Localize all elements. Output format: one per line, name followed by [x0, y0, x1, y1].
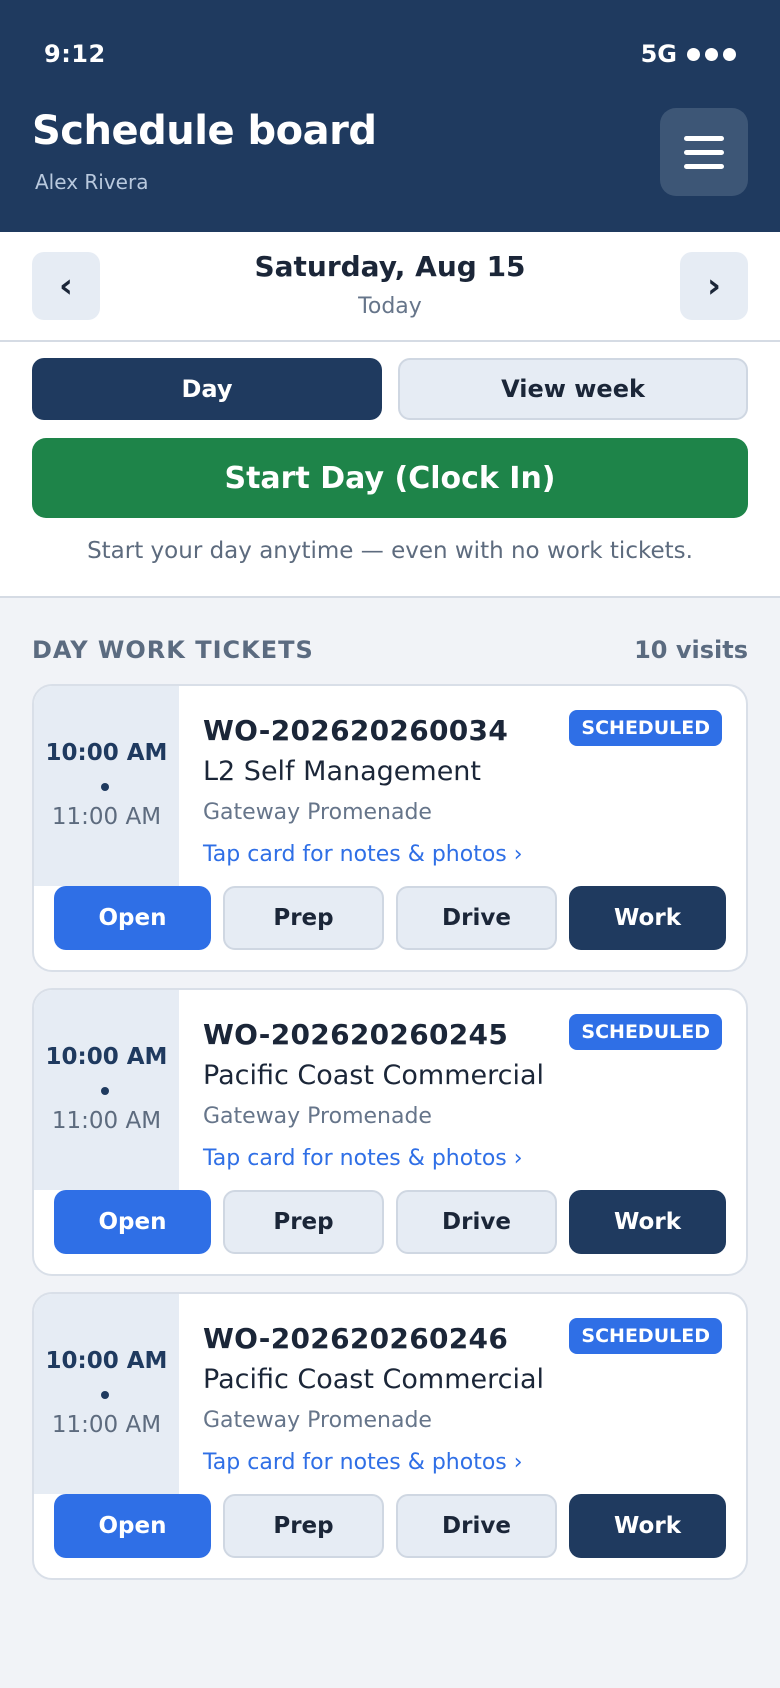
work-button[interactable]: Work — [569, 886, 726, 950]
app-root: 9:12 5G Schedule board Alex Rivera ‹ Sat… — [0, 0, 780, 1688]
status-network: 5G — [641, 40, 736, 68]
open-button[interactable]: Open — [54, 1190, 211, 1254]
drive-button[interactable]: Drive — [396, 1494, 557, 1558]
user-name: Alex Rivera — [35, 170, 149, 194]
network-label: 5G — [640, 40, 677, 68]
current-date: Saturday, Aug 15 — [254, 250, 526, 283]
notes-photos-link[interactable]: Tap card for notes & photos › — [203, 1450, 523, 1475]
date-navigator: ‹ Saturday, Aug 15 Today › — [0, 232, 780, 342]
ticket-card[interactable]: 10:00 AM 11:00 AM WO-202620260246 SCHEDU… — [32, 1292, 748, 1580]
visit-count: 10 visits — [634, 636, 748, 664]
open-button[interactable]: Open — [54, 1494, 211, 1558]
status-badge: SCHEDULED — [569, 1014, 722, 1050]
ticket-start-time: 10:00 AM — [45, 740, 168, 766]
prep-button[interactable]: Prep — [223, 1494, 384, 1558]
client-name: L2 Self Management — [203, 756, 482, 787]
ticket-card[interactable]: 10:00 AM 11:00 AM WO-202620260245 SCHEDU… — [32, 988, 748, 1276]
ticket-card[interactable]: 10:00 AM 11:00 AM WO-202620260034 SCHEDU… — [32, 684, 748, 972]
tickets-section-header: DAY WORK TICKETS 10 visits — [0, 598, 780, 684]
menu-button[interactable] — [660, 108, 748, 196]
section-title: DAY WORK TICKETS — [32, 636, 314, 664]
tab-view-week[interactable]: View week — [398, 358, 748, 420]
work-order-id: WO-202620260034 — [203, 714, 509, 747]
client-name: Pacific Coast Commercial — [203, 1060, 545, 1091]
clock-in-button[interactable]: Start Day (Clock In) — [32, 438, 748, 518]
prep-button[interactable]: Prep — [223, 1190, 384, 1254]
prep-button[interactable]: Prep — [223, 886, 384, 950]
ticket-time-block: 10:00 AM 11:00 AM — [34, 686, 179, 886]
open-button[interactable]: Open — [54, 886, 211, 950]
ticket-actions: Open Prep Drive Work — [54, 1494, 726, 1558]
drive-button[interactable]: Drive — [396, 886, 557, 950]
ticket-time-block: 10:00 AM 11:00 AM — [34, 1294, 179, 1494]
time-separator-dot — [101, 783, 109, 791]
notes-photos-link[interactable]: Tap card for notes & photos › — [203, 842, 523, 867]
ticket-list: 10:00 AM 11:00 AM WO-202620260034 SCHEDU… — [0, 684, 780, 1580]
hamburger-icon — [684, 135, 724, 141]
time-separator-dot — [101, 1087, 109, 1095]
client-name: Pacific Coast Commercial — [203, 1364, 545, 1395]
ticket-end-time: 11:00 AM — [51, 804, 162, 830]
ticket-time-block: 10:00 AM 11:00 AM — [34, 990, 179, 1190]
status-badge: SCHEDULED — [569, 710, 722, 746]
ticket-end-time: 11:00 AM — [51, 1412, 162, 1438]
status-time: 9:12 — [44, 40, 106, 68]
ticket-start-time: 10:00 AM — [45, 1044, 168, 1070]
ticket-end-time: 11:00 AM — [51, 1108, 162, 1134]
time-separator-dot — [101, 1391, 109, 1399]
site-name: Gateway Promenade — [203, 1408, 432, 1433]
ticket-start-time: 10:00 AM — [45, 1348, 168, 1374]
site-name: Gateway Promenade — [203, 1104, 432, 1129]
tab-day[interactable]: Day — [32, 358, 382, 420]
site-name: Gateway Promenade — [203, 800, 432, 825]
ticket-actions: Open Prep Drive Work — [54, 1190, 726, 1254]
day-controls: Day View week Start Day (Clock In) Start… — [0, 342, 780, 598]
next-day-button[interactable]: › — [680, 252, 748, 320]
drive-button[interactable]: Drive — [396, 1190, 557, 1254]
clock-in-hint: Start your day anytime — even with no wo… — [87, 538, 693, 564]
app-header: 9:12 5G Schedule board Alex Rivera — [0, 0, 780, 232]
notes-photos-link[interactable]: Tap card for notes & photos › — [203, 1146, 523, 1171]
page-title: Schedule board — [32, 108, 377, 154]
status-badge: SCHEDULED — [569, 1318, 722, 1354]
work-button[interactable]: Work — [569, 1190, 726, 1254]
work-order-id: WO-202620260246 — [203, 1322, 509, 1355]
signal-dots-icon — [687, 47, 736, 61]
ticket-actions: Open Prep Drive Work — [54, 886, 726, 950]
work-order-id: WO-202620260245 — [203, 1018, 509, 1051]
date-relative-label: Today — [358, 294, 422, 319]
work-button[interactable]: Work — [569, 1494, 726, 1558]
